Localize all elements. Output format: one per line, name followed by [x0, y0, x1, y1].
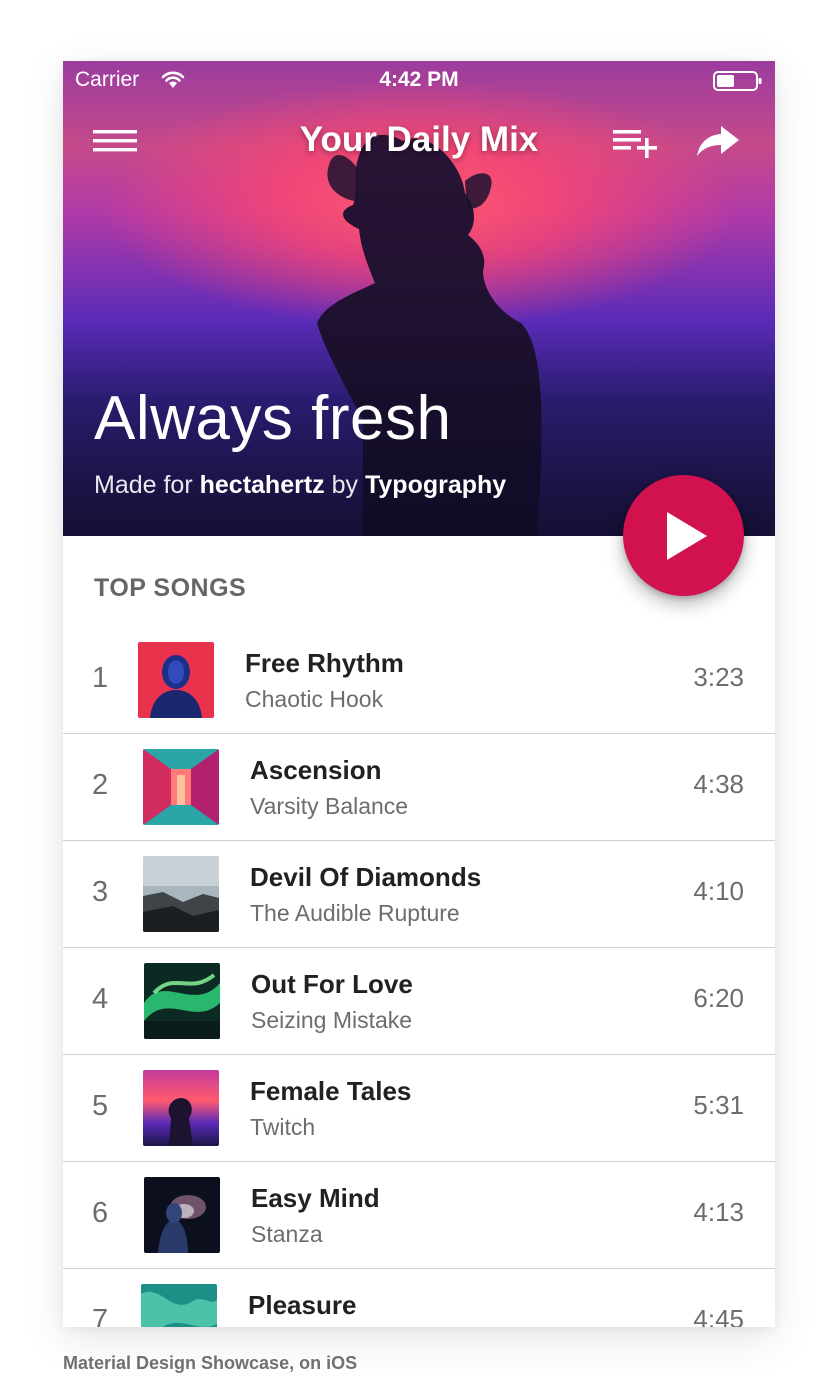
share-icon[interactable] — [695, 120, 741, 165]
song-row[interactable]: 6 Easy Mind Stanza 4:13 — [63, 1161, 775, 1269]
status-bar: Carrier 4:42 PM — [63, 61, 775, 101]
play-button[interactable] — [623, 475, 744, 596]
album-art — [143, 749, 219, 825]
song-title: Pleasure — [248, 1290, 357, 1320]
album-art — [144, 963, 220, 1039]
song-artist: Varsity Balance — [250, 793, 409, 819]
song-duration: 4:45 — [693, 1304, 744, 1327]
song-artist: Chaotic Hook — [245, 686, 384, 712]
song-row[interactable]: 2 Ascension Varsity Balance 4:38 — [63, 733, 775, 841]
song-row[interactable]: 3 Devil Of Diamonds The Audible Rupture … — [63, 840, 775, 948]
song-number: 3 — [92, 876, 109, 908]
song-row[interactable]: 5 Female Tales Twitch 5:31 — [63, 1054, 775, 1162]
song-title: Free Rhythm — [245, 648, 404, 678]
song-number: 1 — [92, 662, 109, 694]
section-title: TOP SONGS — [94, 574, 247, 602]
song-duration: 5:31 — [693, 1090, 744, 1120]
album-art — [143, 856, 219, 932]
playlist-add-icon[interactable] — [611, 122, 659, 165]
song-number: 2 — [92, 769, 109, 801]
album-art — [141, 1284, 217, 1327]
song-title: Ascension — [250, 755, 382, 785]
song-number: 7 — [92, 1304, 109, 1327]
song-title: Easy Mind — [251, 1183, 380, 1213]
page-caption: Material Design Showcase, on iOS — [63, 1353, 358, 1373]
song-artist: The Audible Rupture — [250, 900, 460, 926]
play-icon — [667, 512, 707, 560]
hero-subtitle: Made for hectahertz by Typography — [94, 471, 506, 500]
song-title: Out For Love — [251, 969, 413, 999]
song-artist: Stanza — [251, 1221, 323, 1247]
app-bar: Your Daily Mix — [63, 116, 775, 166]
page-title: Your Daily Mix — [299, 120, 539, 159]
song-duration: 4:13 — [693, 1197, 744, 1227]
song-row[interactable]: 4 Out For Love Seizing Mistake 6:20 — [63, 947, 775, 1055]
made-for-label: Made for — [94, 471, 193, 499]
song-duration: 4:38 — [693, 769, 744, 799]
phone-screen: Carrier 4:42 PM Your Daily Mix Always fr… — [63, 61, 775, 1327]
song-duration: 6:20 — [693, 983, 744, 1013]
song-number: 5 — [92, 1090, 109, 1122]
song-duration: 3:23 — [693, 662, 744, 692]
song-number: 4 — [92, 983, 109, 1015]
hero-header: Carrier 4:42 PM Your Daily Mix Always fr… — [63, 61, 775, 536]
song-title: Devil Of Diamonds — [250, 862, 482, 892]
status-time: 4:42 PM — [379, 68, 459, 91]
album-art — [138, 642, 214, 718]
song-row[interactable]: 1 Free Rhythm Chaotic Hook 3:23 — [63, 626, 775, 734]
user-name: hectahertz — [199, 471, 325, 499]
battery-icon — [713, 70, 763, 97]
album-art — [144, 1177, 220, 1253]
album-art — [143, 1070, 219, 1146]
song-artist: Seizing Mistake — [251, 1007, 413, 1033]
song-row[interactable]: 7 Pleasure 4:45 — [63, 1268, 775, 1327]
by-label: by — [331, 471, 359, 499]
curator-name: Typography — [364, 471, 507, 499]
hero-headline: Always fresh — [94, 384, 452, 453]
song-title: Female Tales — [250, 1076, 412, 1106]
song-duration: 4:10 — [693, 876, 744, 906]
song-artist: Twitch — [250, 1114, 316, 1140]
song-number: 6 — [92, 1197, 109, 1229]
